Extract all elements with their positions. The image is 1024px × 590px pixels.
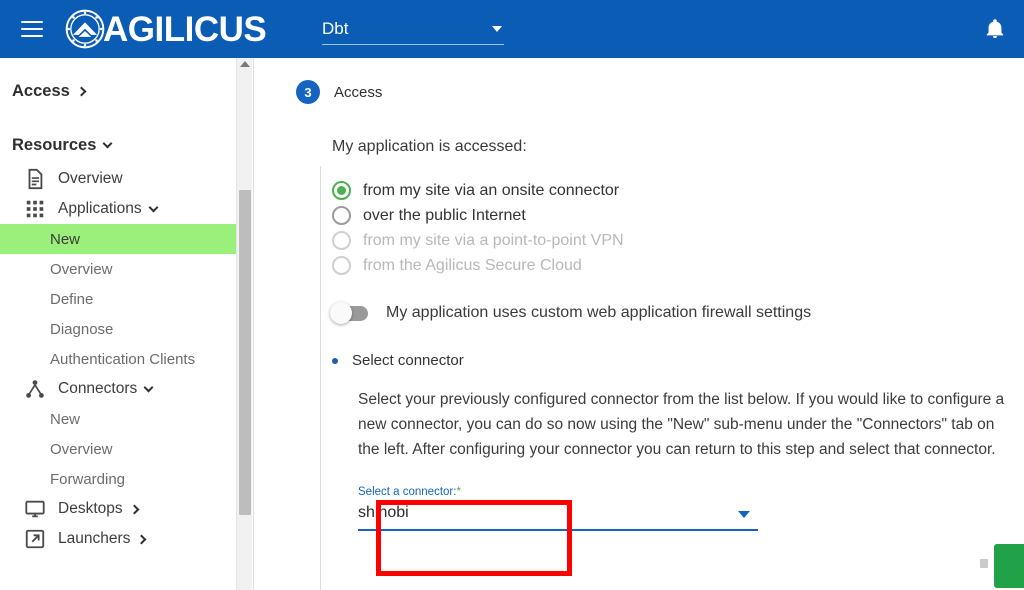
- radio-option-point-to-point-vpn: from my site via a point-to-point VPN: [332, 228, 1024, 253]
- sidebar-item-applications-diagnose[interactable]: Diagnose: [0, 314, 236, 344]
- radio-indicator: [332, 256, 351, 275]
- select-connector-description: Select your previously configured connec…: [358, 391, 1005, 458]
- step-connector-rail: [320, 166, 321, 590]
- connector-select-field[interactable]: Select a connector:* shinobi: [358, 482, 758, 531]
- sidebar-item-connectors[interactable]: Connectors: [0, 374, 236, 404]
- sidebar-group-resources[interactable]: Resources: [0, 126, 236, 164]
- sidebar-scrollbar[interactable]: [236, 58, 252, 590]
- sidebar-item-applications[interactable]: Applications: [0, 194, 236, 224]
- app-header: AGILICUS Dbt: [0, 0, 1024, 58]
- sidebar-item-desktops[interactable]: Desktops: [0, 494, 236, 524]
- connector-icon: [26, 380, 44, 398]
- sidebar-scrollbar-thumb[interactable]: [239, 190, 251, 515]
- connector-select-label: Select a connector:: [358, 486, 457, 498]
- toggle-knob: [330, 301, 352, 324]
- sidebar-item-connectors-label: Connectors: [58, 380, 138, 397]
- sidebar-item-overview[interactable]: Overview: [0, 164, 236, 194]
- bullet-icon: [332, 357, 338, 364]
- toggle-track: [330, 301, 368, 324]
- sidebar-subitem-label: New: [50, 410, 81, 428]
- sidebar-subitem-label: Diagnose: [50, 320, 114, 338]
- radio-indicator: [332, 206, 351, 225]
- connector-select-control[interactable]: shinobi: [358, 504, 758, 531]
- primary-action-button[interactable]: [994, 544, 1024, 588]
- app-root: AGILICUS Dbt Access Resources Overview A…: [0, 0, 1024, 590]
- sidebar-item-connectors-new[interactable]: New: [0, 404, 236, 434]
- radio-indicator: [332, 181, 351, 200]
- chevron-right-icon: [136, 534, 147, 544]
- access-options-group: from my site via an onsite connector ove…: [332, 178, 1024, 278]
- waf-settings-toggle-label: My application uses custom web applicati…: [386, 304, 812, 321]
- chevron-down-icon: [102, 138, 113, 148]
- hamburger-icon[interactable]: [21, 21, 43, 37]
- sidebar-item-overview-label: Overview: [58, 170, 123, 187]
- sidebar: Access Resources Overview Applications N…: [0, 58, 236, 590]
- agilicus-logo-icon: [65, 9, 105, 49]
- sidebar-item-applications-define[interactable]: Define: [0, 284, 236, 314]
- grid-icon: [26, 200, 44, 218]
- page-title: Access: [334, 83, 383, 101]
- connector-select-value: shinobi: [358, 504, 758, 531]
- sidebar-subitem-label: Authentication Clients: [50, 350, 196, 368]
- bell-icon[interactable]: [984, 17, 1006, 46]
- access-question-label: My application is accessed:: [332, 138, 527, 155]
- radio-option-label: from my site via a point-to-point VPN: [363, 231, 624, 249]
- sidebar-item-applications-new[interactable]: New: [0, 224, 236, 254]
- radio-option-label: over the public Internet: [363, 206, 526, 224]
- document-icon: [28, 168, 43, 190]
- org-selector-value: Dbt: [322, 18, 349, 38]
- step-header: 3 Access: [254, 58, 1024, 104]
- scroll-up-arrow-icon[interactable]: [240, 61, 250, 67]
- sidebar-item-connectors-forwarding[interactable]: Forwarding: [0, 464, 236, 494]
- select-connector-panel: Select your previously configured connec…: [358, 387, 1024, 531]
- sidebar-item-authentication-clients[interactable]: Authentication Clients: [0, 344, 236, 374]
- external-link-icon: [25, 529, 45, 549]
- radio-option-agilicus-secure-cloud: from the Agilicus Secure Cloud: [332, 253, 1024, 278]
- main-content: 3 Access My application is accessed: fro…: [254, 58, 1024, 590]
- brand-name: AGILICUS: [103, 9, 267, 49]
- chevron-down-icon: [143, 382, 154, 392]
- step-number-badge: 3: [296, 80, 320, 104]
- chevron-down-icon: [148, 202, 159, 212]
- step-body: My application is accessed: from my site…: [254, 104, 1024, 531]
- sidebar-subitem-label: New: [50, 230, 81, 248]
- sidebar-group-resources-label: Resources: [12, 135, 97, 154]
- radio-option-label: from the Agilicus Secure Cloud: [363, 256, 582, 274]
- sidebar-item-desktops-label: Desktops: [58, 500, 123, 517]
- required-marker: *: [456, 486, 461, 498]
- chevron-right-icon: [129, 504, 140, 514]
- sidebar-item-connectors-overview[interactable]: Overview: [0, 434, 236, 464]
- sidebar-subitem-label: Forwarding: [50, 470, 126, 488]
- radio-option-public-internet[interactable]: over the public Internet: [332, 203, 1024, 228]
- sidebar-subitem-label: Overview: [50, 440, 113, 458]
- monitor-icon: [25, 500, 45, 518]
- select-connector-section-header: Select connector: [332, 352, 1024, 369]
- sidebar-item-launchers[interactable]: Launchers: [0, 524, 236, 554]
- sidebar-subitem-label: Define: [50, 290, 94, 308]
- radio-option-label: from my site via an onsite connector: [363, 181, 620, 199]
- sidebar-subitem-label: Overview: [50, 260, 113, 278]
- connector-select-label-row: Select a connector:*: [358, 482, 758, 500]
- sidebar-item-applications-overview[interactable]: Overview: [0, 254, 236, 284]
- radio-indicator: [332, 231, 351, 250]
- chevron-right-icon: [76, 86, 87, 96]
- select-connector-section-label: Select connector: [352, 352, 464, 369]
- waf-settings-toggle[interactable]: My application uses custom web applicati…: [330, 301, 1024, 324]
- sidebar-item-launchers-label: Launchers: [58, 530, 131, 547]
- scroll-indicator-dot: [980, 559, 988, 568]
- brand[interactable]: AGILICUS: [65, 9, 267, 49]
- chevron-down-icon[interactable]: [738, 511, 750, 518]
- org-selector[interactable]: Dbt: [322, 13, 504, 45]
- sidebar-item-applications-label: Applications: [58, 200, 142, 217]
- radio-option-onsite-connector[interactable]: from my site via an onsite connector: [332, 178, 1024, 203]
- sidebar-group-access-label: Access: [12, 81, 70, 100]
- sidebar-group-access[interactable]: Access: [0, 72, 236, 110]
- chevron-down-icon: [492, 25, 502, 32]
